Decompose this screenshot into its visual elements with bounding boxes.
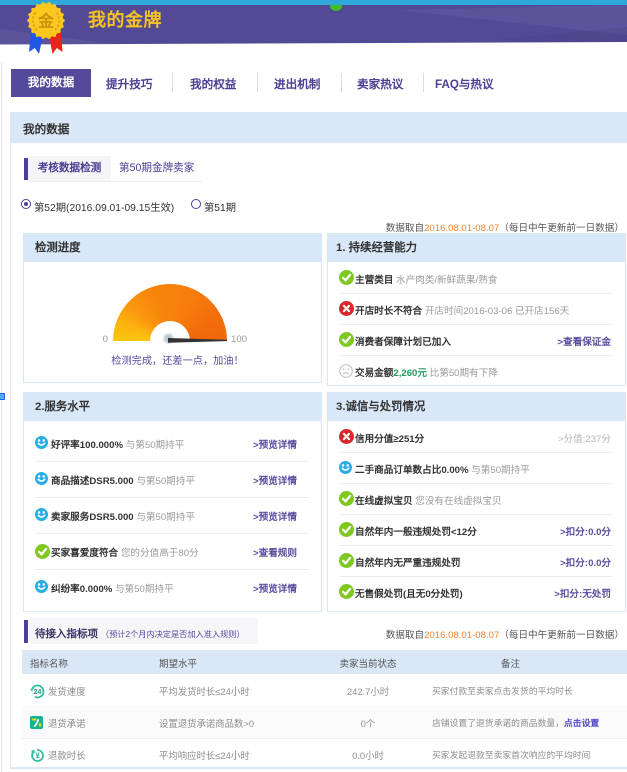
svg-text:¥: ¥ [35, 751, 40, 760]
svg-text:金: 金 [37, 12, 55, 31]
svg-text:24: 24 [34, 689, 42, 696]
